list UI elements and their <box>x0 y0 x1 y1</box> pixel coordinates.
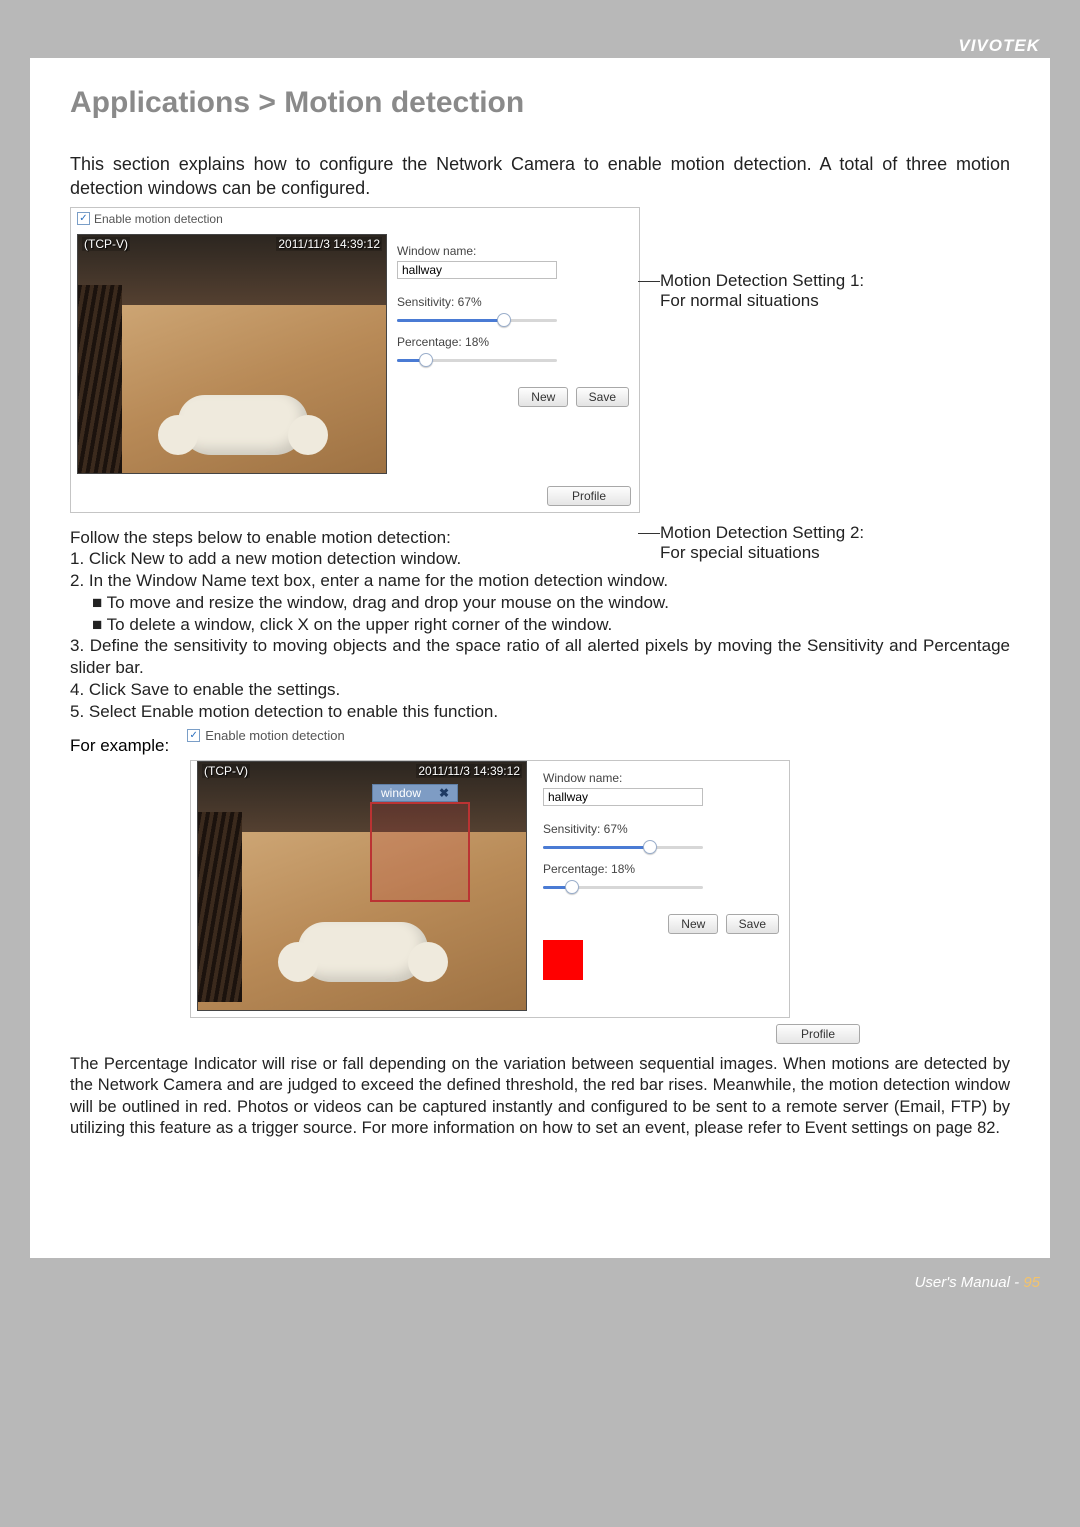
motion-window-title[interactable]: window ✖ <box>372 784 458 802</box>
percentage-label-2: Percentage: 18% <box>543 862 781 876</box>
enable-label-2: Enable motion detection <box>205 728 344 743</box>
osd-left-2: (TCP-V) <box>202 764 250 778</box>
sensitivity-slider-2[interactable] <box>543 842 703 852</box>
motion-window[interactable]: window ✖ <box>370 802 470 902</box>
osd-left: (TCP-V) <box>82 237 130 251</box>
intro-text: This section explains how to configure t… <box>70 152 1010 201</box>
explanation-paragraph: The Percentage Indicator will rise or fa… <box>70 1054 1010 1138</box>
new-button[interactable]: New <box>518 387 568 407</box>
motion-indicator <box>543 940 583 980</box>
motion-controls: Window name: Sensitivity: 67% Percentage… <box>395 234 633 474</box>
enable-checkbox[interactable]: ✓ <box>77 212 90 225</box>
steps-block: Follow the steps below to enable motion … <box>70 527 1010 723</box>
profile-button-2[interactable]: Profile <box>776 1024 860 1044</box>
osd-timestamp: 2011/11/3 14:39:12 <box>276 237 382 251</box>
motion-panel-1: ✓ Enable motion detection (TCP-V) 2011/1… <box>70 207 640 513</box>
motion-controls-2: Window name: Sensitivity: 67% Percentage… <box>541 761 783 1011</box>
percentage-slider[interactable] <box>397 355 557 365</box>
window-name-input-2[interactable] <box>543 788 703 806</box>
save-button[interactable]: Save <box>576 387 629 407</box>
profile-button[interactable]: Profile <box>547 486 631 506</box>
save-button-2[interactable]: Save <box>726 914 779 934</box>
document-page: Applications > Motion detection This sec… <box>30 58 1050 1258</box>
osd-timestamp-2: 2011/11/3 14:39:12 <box>416 764 522 778</box>
percentage-slider-2[interactable] <box>543 882 703 892</box>
close-icon[interactable]: ✖ <box>439 786 449 800</box>
new-button-2[interactable]: New <box>668 914 718 934</box>
side-note-2: Motion Detection Setting 2: For special … <box>660 523 864 563</box>
sensitivity-label-2: Sensitivity: 67% <box>543 822 781 836</box>
brand-label: VIVOTEK <box>958 36 1040 56</box>
camera-preview[interactable]: (TCP-V) 2011/11/3 14:39:12 <box>77 234 387 474</box>
side-note-1: Motion Detection Setting 1: For normal s… <box>660 271 864 311</box>
motion-panel-2: (TCP-V) 2011/11/3 14:39:12 window ✖ Wind… <box>190 760 790 1018</box>
page-title: Applications > Motion detection <box>70 86 1010 120</box>
window-name-label-2: Window name: <box>543 771 781 785</box>
window-name-label: Window name: <box>397 244 631 258</box>
percentage-label: Percentage: 18% <box>397 335 631 349</box>
enable-checkbox-2[interactable]: ✓ <box>187 729 200 742</box>
enable-label: Enable motion detection <box>94 212 223 226</box>
example-label: For example: <box>70 736 169 756</box>
window-name-input[interactable] <box>397 261 557 279</box>
sensitivity-slider[interactable] <box>397 315 557 325</box>
page-footer: User's Manual - 95 <box>0 1258 1080 1315</box>
camera-preview-2[interactable]: (TCP-V) 2011/11/3 14:39:12 window ✖ <box>197 761 527 1011</box>
sensitivity-label: Sensitivity: 67% <box>397 295 631 309</box>
